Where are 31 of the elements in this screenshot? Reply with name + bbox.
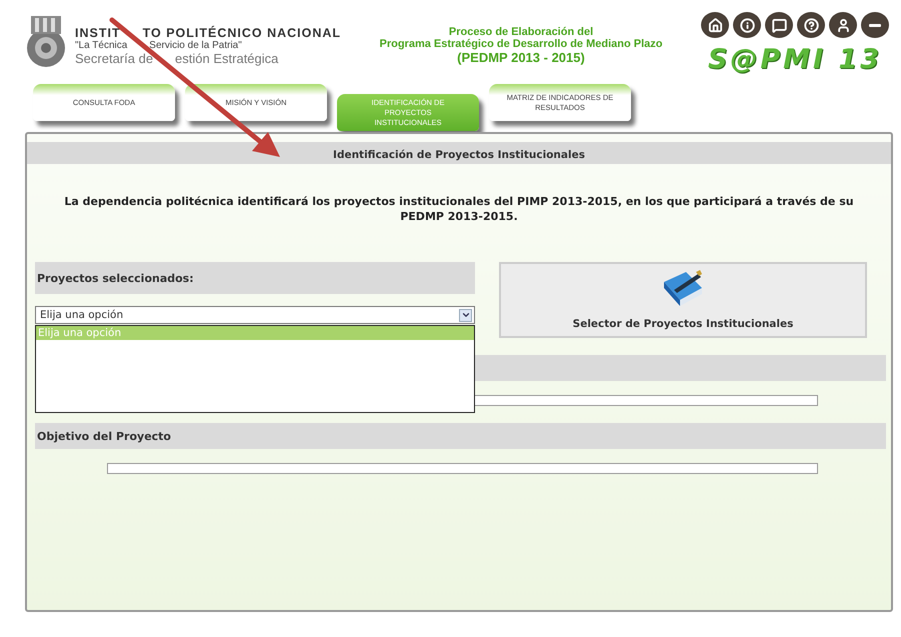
process-title: Proceso de Elaboración del [448,26,594,38]
home-icon [708,18,722,32]
minus-icon [869,24,881,26]
user-button[interactable] [829,12,857,38]
office-name: Secretaría de [75,51,154,66]
input-field[interactable] [107,463,818,474]
project-select[interactable]: Elija una opción [35,306,475,324]
intro-text: La dependencia politécnica identificará los proyectos institucionales del PIMP 2013-2015, en los que participará a través de su PEDMP 2013-2015. [63,194,855,224]
seal-logo [25,14,67,70]
app-logo: S@PMI 13 [708,44,882,75]
process-title: Programa Estratégico de Desarrollo de Mediano Plazo [379,38,663,50]
caret-icon [459,308,472,322]
office-name: estión Estratégica [175,51,278,66]
institution-name: INSTIT [75,26,121,40]
comment-icon [772,18,786,32]
section-header: Proyectos seleccionados: [35,262,475,294]
info-button[interactable] [733,12,761,38]
panel-title: Identificación de Proyectos Institucionales [27,142,891,164]
minus-button[interactable] [861,12,889,38]
process-title: (PEDMP 2013 - 2015) [457,50,585,65]
project-selector-button[interactable]: Selector de Proyectos Institucionales [499,262,867,338]
help-icon [804,18,818,32]
home-button[interactable] [701,12,729,38]
motto: Servicio de la Patria" [149,40,242,51]
help-button[interactable] [797,12,825,38]
motto: "La Técnica [75,40,128,51]
user-icon [836,18,850,32]
institution-name: TO POLITÉCNICO NACIONAL [142,26,342,40]
section-bar: Objetivo del Proyecto [35,423,886,449]
comment-button[interactable] [765,12,793,38]
info-icon [740,18,754,32]
